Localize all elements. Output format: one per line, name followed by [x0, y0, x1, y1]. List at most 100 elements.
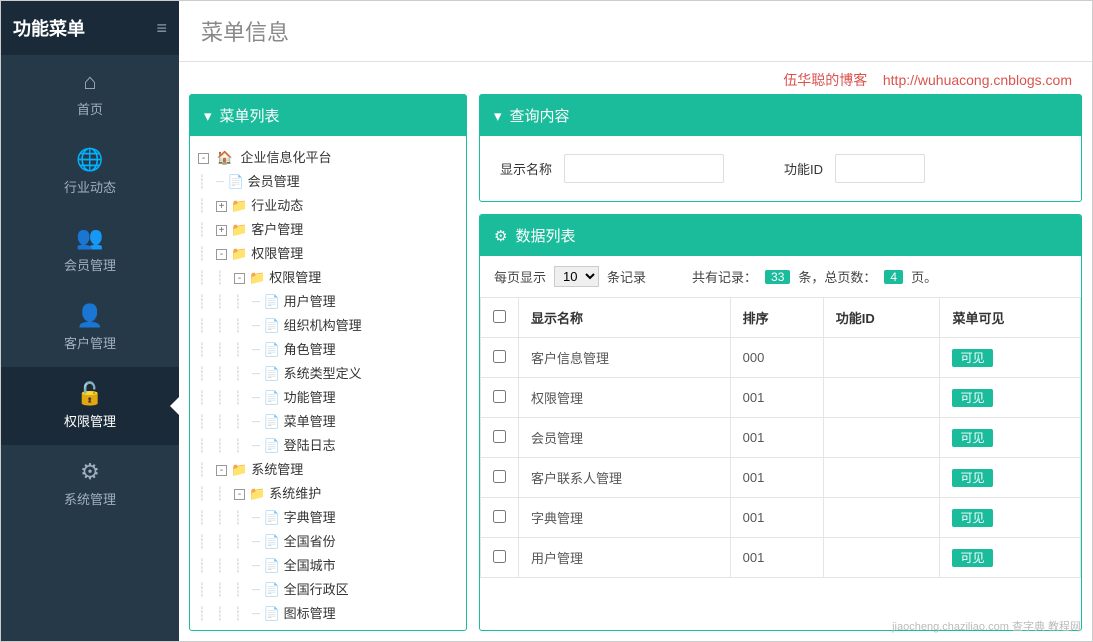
tree-node[interactable]: ┊┊┊┈ 📄登陆日志	[198, 434, 458, 458]
data-panel-header: ⚙ 数据列表	[480, 215, 1081, 256]
cell-funcid	[823, 418, 940, 458]
tree-root[interactable]: - 🏠 企业信息化平台	[198, 146, 458, 170]
query-panel-header: ▾ 查询内容	[480, 95, 1081, 136]
tree-toggle-icon[interactable]: -	[216, 465, 227, 476]
tree-node[interactable]: ┊┊┊┈ 📄图标管理	[198, 602, 458, 626]
watermark-text: 伍华聪的博客	[783, 72, 867, 88]
table-row: 客户联系人管理 001 可见	[481, 458, 1081, 498]
watermark-link[interactable]: http://wuhuacong.cnblogs.com	[883, 72, 1072, 88]
tree-node[interactable]: ┊┊┊┈ 📄组织机构管理	[198, 314, 458, 338]
tree-node[interactable]: ┊┊-📁系统维护	[198, 482, 458, 506]
per-page-post: 条记录	[607, 267, 646, 286]
tree-node[interactable]: ┊┊┊┈ 📄系统类型定义	[198, 362, 458, 386]
cell-sort: 001	[730, 378, 823, 418]
tree-label: 系统管理	[251, 462, 303, 477]
tree-node[interactable]: ┊┊┊┈ 📄字典管理	[198, 506, 458, 530]
row-checkbox[interactable]	[493, 350, 506, 363]
data-panel: ⚙ 数据列表 每页显示 10 条记录 共有记录： 33 条，总页数： 4	[479, 214, 1082, 631]
file-icon: 📄	[263, 534, 279, 549]
page-header: 菜单信息	[179, 1, 1092, 62]
tree-node[interactable]: ┊┊┊┈ 📄用户管理	[198, 290, 458, 314]
col-visible[interactable]: 菜单可见	[940, 298, 1081, 338]
label-func-id: 功能ID	[784, 159, 823, 178]
tree-node[interactable]: ┊┊┊┈ 📄全国城市	[198, 554, 458, 578]
tree-label: 系统类型定义	[284, 366, 362, 381]
tree-label: 登陆日志	[284, 438, 336, 453]
folder-icon: 📁	[249, 270, 265, 285]
cell-funcid	[823, 338, 940, 378]
watermark: 伍华聪的博客 http://wuhuacong.cnblogs.com	[179, 62, 1092, 94]
select-all-checkbox[interactable]	[493, 310, 506, 323]
tree-node[interactable]: ┊┊┊┈ 📄菜单管理	[198, 410, 458, 434]
tree-node[interactable]: ┊┊┊┈ 📄功能管理	[198, 386, 458, 410]
filter-icon: ▾	[204, 107, 212, 125]
nav: ⌂ 首页 🌐 行业动态 👥 会员管理 👤 客户管理 🔓 权限管理 ⚙ 系统管	[1, 55, 179, 641]
nav-item-home[interactable]: ⌂ 首页	[1, 55, 179, 133]
row-checkbox[interactable]	[493, 390, 506, 403]
row-checkbox[interactable]	[493, 470, 506, 483]
folder-icon: 📁	[231, 198, 247, 213]
nav-item-industry[interactable]: 🌐 行业动态	[1, 133, 179, 211]
nav-label: 客户管理	[64, 336, 116, 351]
nav-item-members[interactable]: 👥 会员管理	[1, 211, 179, 289]
visible-tag: 可见	[952, 349, 992, 367]
nav-item-customers[interactable]: 👤 客户管理	[1, 289, 179, 367]
per-page-select[interactable]: 10	[554, 266, 599, 287]
hamburger-icon[interactable]: ≡	[156, 18, 167, 39]
col-sort[interactable]: 排序	[730, 298, 823, 338]
file-icon: 📄	[263, 366, 279, 381]
row-checkbox[interactable]	[493, 430, 506, 443]
tree-toggle-icon[interactable]: +	[216, 225, 227, 236]
file-icon: 📄	[263, 606, 279, 621]
cell-sort: 001	[730, 458, 823, 498]
file-icon: 📄	[263, 438, 279, 453]
tree-node[interactable]: ┊-📁系统管理	[198, 458, 458, 482]
file-icon: 📄	[227, 174, 243, 189]
cell-name: 用户管理	[519, 538, 731, 578]
tree-toggle-icon[interactable]: -	[234, 489, 245, 500]
cell-funcid	[823, 378, 940, 418]
visible-tag: 可见	[952, 469, 992, 487]
cogs-icon: ⚙	[494, 227, 507, 245]
main: 菜单信息 伍华聪的博客 http://wuhuacong.cnblogs.com…	[179, 1, 1092, 641]
tree-toggle-icon[interactable]: -	[234, 273, 245, 284]
nav-label: 会员管理	[64, 258, 116, 273]
file-icon: 📄	[263, 342, 279, 357]
tree-panel-title: 菜单列表	[220, 105, 280, 126]
total-post: 条，总页数：	[798, 267, 876, 286]
tree-node[interactable]: ┊┈ 📄会员管理	[198, 170, 458, 194]
input-func-id[interactable]	[835, 154, 925, 183]
visible-tag: 可见	[952, 429, 992, 447]
tree-node[interactable]: ┊┊┊┈ 📄全国省份	[198, 530, 458, 554]
tree-label: 菜单管理	[284, 414, 336, 429]
row-checkbox[interactable]	[493, 510, 506, 523]
file-icon: 📄	[263, 510, 279, 525]
tree-toggle-icon[interactable]: -	[216, 249, 227, 260]
cell-sort: 001	[730, 418, 823, 458]
tree-toggle-icon[interactable]: -	[198, 153, 209, 164]
data-toolbar: 每页显示 10 条记录 共有记录： 33 条，总页数： 4 页。	[480, 256, 1081, 297]
tree-node[interactable]: ┊┊-📁权限管理	[198, 266, 458, 290]
col-funcid[interactable]: 功能ID	[823, 298, 940, 338]
table-header-row: 显示名称 排序 功能ID 菜单可见	[481, 298, 1081, 338]
tree-label: 组织机构管理	[284, 318, 362, 333]
nav-item-permissions[interactable]: 🔓 权限管理	[1, 367, 179, 445]
tree-node[interactable]: ┊+📁客户管理	[198, 218, 458, 242]
tree-node[interactable]: ┊+📁行业动态	[198, 194, 458, 218]
file-icon: 📄	[263, 414, 279, 429]
cell-name: 字典管理	[519, 498, 731, 538]
tree-node[interactable]: ┊┊┊┈ 📄角色管理	[198, 338, 458, 362]
folder-icon: 📁	[249, 486, 265, 501]
table-row: 会员管理 001 可见	[481, 418, 1081, 458]
tree-node[interactable]: ┊┊┊┈ 📄全国行政区	[198, 578, 458, 602]
file-icon: 📄	[263, 558, 279, 573]
col-name[interactable]: 显示名称	[519, 298, 731, 338]
row-checkbox[interactable]	[493, 550, 506, 563]
tree-toggle-icon[interactable]: +	[216, 201, 227, 212]
nav-item-system[interactable]: ⚙ 系统管理	[1, 445, 179, 523]
tree-label: 会员管理	[248, 174, 300, 189]
cell-sort: 000	[730, 338, 823, 378]
tree-node[interactable]: ┊-📁权限管理	[198, 242, 458, 266]
cell-visible: 可见	[940, 458, 1081, 498]
input-display-name[interactable]	[564, 154, 724, 183]
